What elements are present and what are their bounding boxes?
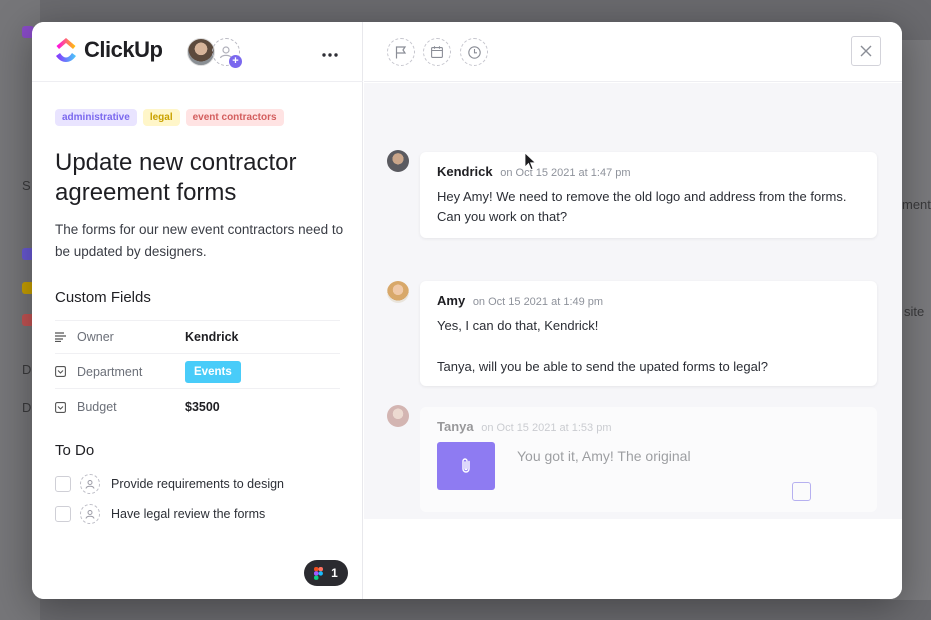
background-sidebar-letter: D (22, 362, 32, 377)
add-assignee-button[interactable]: + (212, 38, 242, 68)
tag-event-contractors[interactable]: event contractors (185, 109, 284, 126)
comment-body: Yes, I can do that, Kendrick! Tanya, wil… (437, 316, 860, 377)
comment-paragraph: Yes, I can do that, Kendrick! (437, 318, 599, 333)
custom-field-owner[interactable]: Owner Kendrick (55, 320, 340, 354)
comment-header: Amy on Oct 15 2021 at 1:49 pm (437, 293, 860, 308)
comment-body: You got it, Amy! The original (517, 448, 691, 464)
ellipsis-icon (322, 53, 338, 57)
tag-administrative[interactable]: administrative (55, 109, 137, 126)
todo-item: Have legal review the forms (55, 504, 265, 524)
comment-checkbox[interactable] (792, 482, 811, 501)
task-description[interactable]: The forms for our new event contractors … (55, 219, 345, 263)
custom-field-budget[interactable]: Budget $3500 (55, 390, 340, 424)
paperclip-icon (462, 458, 470, 473)
task-header: ClickUp + (32, 22, 363, 82)
avatar (387, 150, 409, 172)
tag-list: administrative legal event contractors (55, 109, 284, 126)
attachment-thumbnail[interactable] (437, 442, 495, 490)
tag-legal[interactable]: legal (142, 109, 180, 126)
task-title[interactable]: Update new contractor agreement forms (55, 148, 355, 208)
figma-count: 1 (331, 566, 338, 580)
todo-heading: To Do (55, 442, 95, 459)
comment: Tanya on Oct 15 2021 at 1:53 pm You got … (420, 407, 877, 512)
clickup-logo: ClickUp (54, 37, 163, 63)
custom-field-label: Department (77, 364, 143, 379)
department-badge[interactable]: Events (185, 360, 241, 383)
figma-attachments-button[interactable]: 1 (304, 560, 348, 586)
task-modal: ClickUp + administrative legal event con… (32, 22, 902, 599)
flag-icon (395, 45, 407, 58)
close-button[interactable] (851, 36, 881, 66)
todo-item: Provide requirements to design (55, 474, 284, 494)
plus-icon: + (229, 55, 242, 68)
calendar-icon (431, 46, 443, 58)
assign-user-icon[interactable] (80, 504, 100, 524)
comment-thread: Kendrick on Oct 15 2021 at 1:47 pm Hey A… (364, 83, 902, 519)
comment-author[interactable]: Amy (437, 293, 465, 308)
time-tracking-button[interactable] (460, 38, 488, 66)
task-details-pane: ClickUp + administrative legal event con… (32, 22, 363, 599)
todo-label[interactable]: Provide requirements to design (111, 477, 284, 491)
avatar (387, 281, 409, 303)
priority-button[interactable] (387, 38, 415, 66)
more-options-button[interactable] (322, 40, 338, 63)
custom-field-value: $3500 (185, 400, 220, 414)
assignee-avatar[interactable] (187, 38, 215, 66)
todo-checkbox[interactable] (55, 506, 71, 522)
assign-user-icon[interactable] (80, 474, 100, 494)
lines-icon (55, 332, 66, 343)
custom-field-label: Owner (77, 330, 114, 344)
custom-fields-heading: Custom Fields (55, 289, 151, 306)
background-sidebar-letter: S (22, 178, 31, 193)
figma-icon (314, 566, 324, 580)
comment-paragraph: Tanya, will you be able to send the upat… (437, 359, 768, 374)
due-date-button[interactable] (423, 38, 451, 66)
comment-author[interactable]: Kendrick (437, 164, 493, 179)
comment: Kendrick on Oct 15 2021 at 1:47 pm Hey A… (420, 152, 877, 238)
background-sidebar-letter: D (22, 400, 32, 415)
mouse-cursor-icon (524, 152, 537, 171)
comment-time: on Oct 15 2021 at 1:53 pm (481, 422, 612, 434)
dropdown-icon (55, 401, 66, 413)
comment-header: Tanya on Oct 15 2021 at 1:53 pm (437, 419, 860, 434)
app-name: ClickUp (84, 37, 163, 62)
custom-field-department[interactable]: Department Events (55, 355, 340, 389)
clickup-logo-icon (56, 38, 76, 62)
close-icon (860, 45, 872, 57)
dropdown-icon (55, 366, 66, 377)
custom-field-value: Kendrick (185, 330, 239, 344)
todo-label[interactable]: Have legal review the forms (111, 507, 265, 521)
comment-time: on Oct 15 2021 at 1:49 pm (472, 296, 604, 308)
activity-header (364, 22, 902, 82)
custom-field-label: Budget (77, 400, 117, 414)
background-snippet: ment (902, 197, 931, 212)
clock-icon (467, 45, 481, 59)
comment-author[interactable]: Tanya (437, 419, 474, 434)
todo-checkbox[interactable] (55, 476, 71, 492)
activity-pane: Kendrick on Oct 15 2021 at 1:47 pm Hey A… (364, 22, 902, 599)
comment: Amy on Oct 15 2021 at 1:49 pm Yes, I can… (420, 281, 877, 386)
background-snippet: site (904, 304, 925, 319)
comment-header: Kendrick on Oct 15 2021 at 1:47 pm (437, 164, 860, 179)
avatar (387, 405, 409, 427)
comment-time: on Oct 15 2021 at 1:47 pm (500, 167, 631, 179)
comment-body: Hey Amy! We need to remove the old logo … (437, 189, 847, 224)
